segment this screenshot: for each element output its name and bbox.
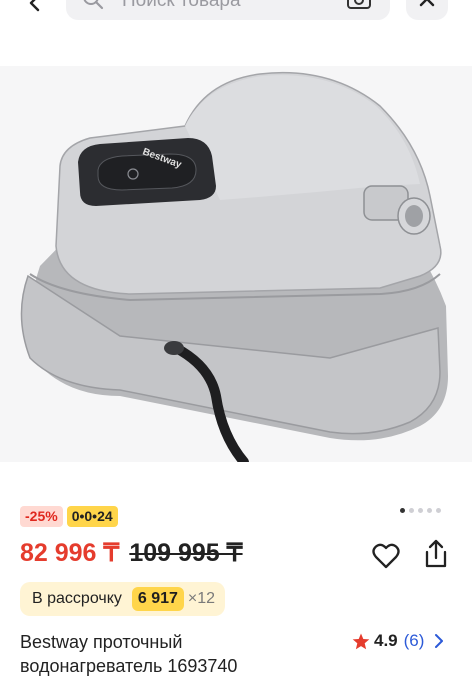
top-bar: Поиск товара — [0, 0, 472, 34]
search-icon — [83, 0, 104, 10]
product-image-gallery[interactable]: Bestway — [0, 66, 472, 462]
price-row: 82 996 ₸ 109 995 ₸ — [20, 538, 243, 568]
carousel-dot — [418, 508, 423, 513]
installment-months: ×12 — [187, 590, 216, 607]
carousel-indicator — [400, 508, 441, 513]
installment-label: В рассрочку — [32, 590, 122, 607]
star-icon — [352, 633, 370, 649]
carousel-dot — [409, 508, 414, 513]
search-placeholder: Поиск товара — [122, 0, 241, 11]
search-input[interactable]: Поиск товара — [66, 0, 390, 20]
carousel-dot — [436, 508, 441, 513]
review-count: (6) — [403, 631, 425, 650]
carousel-dot — [400, 508, 405, 513]
product-image: Bestway — [20, 71, 448, 462]
heart-icon — [372, 543, 400, 569]
back-arrow-icon — [29, 0, 40, 12]
product-title: Bestway проточный водонагреватель 169374… — [20, 632, 238, 676]
carousel-dot — [427, 508, 432, 513]
discount-badge: -25% — [20, 506, 63, 527]
share-icon — [425, 539, 447, 568]
rating-link[interactable]: 4.9 (6) — [352, 631, 444, 651]
favorite-button[interactable] — [370, 540, 402, 572]
installment-amount: 6 917 — [131, 587, 184, 611]
back-button[interactable] — [20, 0, 50, 18]
installment-block[interactable]: В рассрочку 6 917 ×12 — [20, 582, 226, 616]
timer-badge: 0•0•24 — [66, 506, 118, 527]
old-price: 109 995 ₸ — [129, 539, 243, 567]
camera-icon[interactable] — [346, 0, 372, 10]
share-button[interactable] — [420, 536, 452, 572]
current-price: 82 996 ₸ — [20, 539, 120, 567]
promo-badges: -25% 0•0•24 — [20, 506, 118, 527]
close-button[interactable] — [406, 0, 448, 20]
chevron-right-icon — [434, 633, 444, 649]
close-icon — [419, 0, 435, 7]
rating-value: 4.9 — [374, 631, 398, 650]
